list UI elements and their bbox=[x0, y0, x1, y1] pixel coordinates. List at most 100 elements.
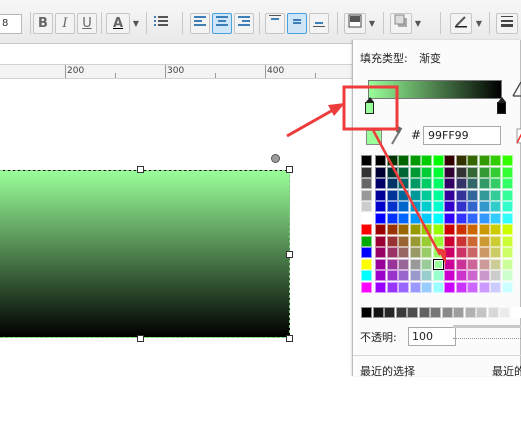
palette-swatch[interactable] bbox=[421, 166, 432, 178]
palette-swatch[interactable] bbox=[478, 247, 490, 258]
gray-swatch[interactable] bbox=[476, 307, 487, 318]
palette-swatch[interactable] bbox=[375, 155, 386, 166]
palette-swatch[interactable] bbox=[455, 201, 467, 212]
palette-swatch[interactable] bbox=[386, 166, 398, 178]
palette-swatch[interactable] bbox=[501, 247, 513, 258]
gradient-stop-end[interactable] bbox=[497, 97, 506, 114]
palette-swatch[interactable] bbox=[421, 224, 432, 235]
gray-swatch[interactable] bbox=[372, 307, 384, 318]
palette-swatch[interactable] bbox=[478, 189, 490, 201]
palette-swatch[interactable] bbox=[444, 212, 455, 224]
palette-swatch[interactable] bbox=[455, 270, 467, 281]
palette-swatch[interactable] bbox=[361, 235, 372, 247]
palette-swatch[interactable] bbox=[398, 270, 409, 281]
palette-swatch[interactable] bbox=[455, 258, 467, 270]
palette-swatch[interactable] bbox=[361, 224, 372, 235]
gradient-angle-icon[interactable] bbox=[511, 80, 521, 98]
palette-swatch[interactable] bbox=[444, 189, 455, 201]
valign-top-button[interactable] bbox=[265, 13, 285, 34]
palette-swatch[interactable] bbox=[375, 201, 386, 212]
palette-swatch[interactable] bbox=[501, 201, 513, 212]
palette-swatch[interactable] bbox=[386, 281, 398, 293]
palette-swatch[interactable] bbox=[478, 270, 490, 281]
line-style-button[interactable] bbox=[496, 13, 518, 34]
align-right-button[interactable] bbox=[234, 13, 254, 34]
palette-swatch[interactable] bbox=[361, 212, 372, 224]
palette-swatch[interactable] bbox=[467, 235, 478, 247]
palette-swatch[interactable] bbox=[409, 166, 421, 178]
palette-swatch[interactable] bbox=[467, 281, 478, 293]
palette-swatch[interactable] bbox=[386, 270, 398, 281]
chevron-down-icon[interactable]: ▼ bbox=[412, 13, 424, 34]
gray-swatch[interactable] bbox=[487, 307, 499, 318]
palette-swatch[interactable] bbox=[375, 178, 386, 189]
palette-swatch[interactable] bbox=[501, 270, 513, 281]
palette-swatch[interactable] bbox=[375, 247, 386, 258]
color-palette[interactable] bbox=[361, 155, 521, 299]
palette-swatch[interactable] bbox=[501, 258, 513, 270]
resize-handle[interactable] bbox=[137, 166, 144, 173]
palette-swatch[interactable] bbox=[467, 258, 478, 270]
palette-swatch[interactable] bbox=[478, 258, 490, 270]
palette-swatch[interactable] bbox=[432, 166, 444, 178]
palette-swatch[interactable] bbox=[444, 201, 455, 212]
palette-swatch[interactable] bbox=[398, 178, 409, 189]
chevron-down-icon[interactable]: ▼ bbox=[130, 13, 142, 34]
palette-swatch[interactable] bbox=[409, 201, 421, 212]
palette-swatch[interactable] bbox=[501, 235, 513, 247]
opacity-input[interactable]: 100 bbox=[408, 327, 456, 346]
palette-swatch[interactable] bbox=[444, 258, 455, 270]
palette-swatch[interactable] bbox=[421, 201, 432, 212]
gray-swatch[interactable] bbox=[441, 307, 453, 318]
palette-swatch[interactable] bbox=[409, 235, 421, 247]
palette-swatch[interactable] bbox=[409, 270, 421, 281]
resize-handle[interactable] bbox=[286, 251, 293, 258]
palette-swatch[interactable] bbox=[421, 258, 432, 270]
palette-swatch[interactable] bbox=[361, 247, 372, 258]
palette-swatch[interactable] bbox=[361, 189, 372, 201]
chevron-down-icon[interactable]: ▼ bbox=[473, 13, 485, 34]
palette-swatch[interactable] bbox=[478, 224, 490, 235]
palette-swatch[interactable] bbox=[409, 247, 421, 258]
palette-swatch[interactable] bbox=[467, 178, 478, 189]
italic-button[interactable]: I bbox=[55, 13, 75, 34]
palette-swatch[interactable] bbox=[478, 166, 490, 178]
align-center-button[interactable] bbox=[212, 13, 232, 34]
palette-swatch[interactable] bbox=[409, 258, 421, 270]
resize-handle[interactable] bbox=[286, 335, 293, 342]
resize-handle[interactable] bbox=[137, 335, 144, 342]
palette-swatch[interactable] bbox=[361, 166, 372, 178]
palette-swatch[interactable] bbox=[490, 247, 501, 258]
palette-swatch[interactable] bbox=[361, 281, 372, 293]
palette-swatch[interactable] bbox=[455, 212, 467, 224]
palette-swatch[interactable] bbox=[490, 155, 501, 166]
eyedropper-icon[interactable] bbox=[389, 126, 403, 146]
palette-swatch[interactable] bbox=[501, 189, 513, 201]
palette-swatch[interactable] bbox=[409, 212, 421, 224]
bullet-list-button[interactable] bbox=[151, 13, 171, 34]
palette-swatch[interactable] bbox=[490, 258, 501, 270]
font-size-field[interactable]: 8 bbox=[0, 14, 22, 34]
palette-swatch[interactable] bbox=[386, 224, 398, 235]
palette-swatch[interactable] bbox=[467, 247, 478, 258]
palette-swatch[interactable] bbox=[444, 166, 455, 178]
palette-swatch[interactable] bbox=[375, 258, 386, 270]
palette-swatch[interactable] bbox=[386, 178, 398, 189]
palette-swatch[interactable] bbox=[398, 189, 409, 201]
palette-swatch[interactable] bbox=[455, 281, 467, 293]
palette-swatch[interactable] bbox=[375, 281, 386, 293]
palette-swatch[interactable] bbox=[467, 201, 478, 212]
palette-swatch[interactable] bbox=[421, 178, 432, 189]
palette-swatch[interactable] bbox=[501, 212, 513, 224]
palette-swatch[interactable] bbox=[455, 247, 467, 258]
palette-swatch[interactable] bbox=[409, 155, 421, 166]
palette-swatch[interactable] bbox=[361, 178, 372, 189]
palette-swatch[interactable] bbox=[490, 189, 501, 201]
palette-swatch[interactable] bbox=[467, 224, 478, 235]
palette-swatch[interactable] bbox=[386, 235, 398, 247]
gray-swatch[interactable] bbox=[407, 307, 418, 318]
palette-swatch[interactable] bbox=[421, 247, 432, 258]
palette-swatch[interactable] bbox=[386, 212, 398, 224]
palette-swatch[interactable] bbox=[478, 155, 490, 166]
palette-swatch[interactable] bbox=[421, 281, 432, 293]
